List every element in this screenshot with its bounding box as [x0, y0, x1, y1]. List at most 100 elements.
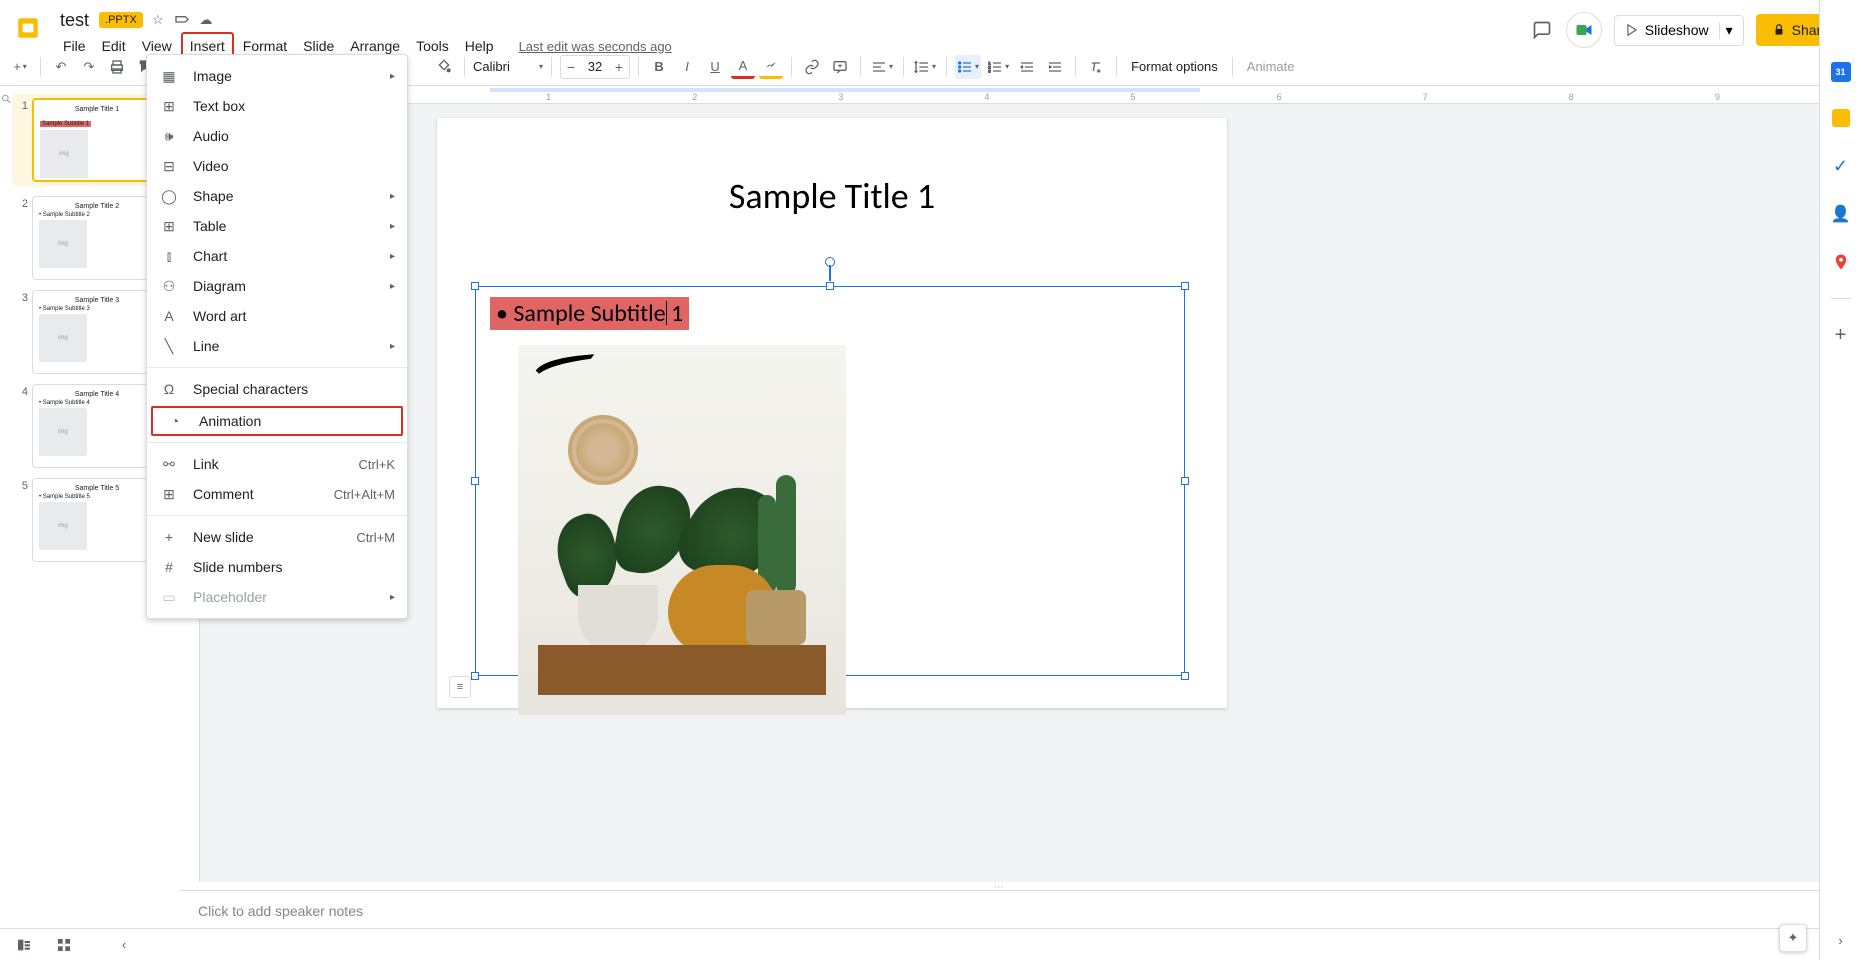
- resize-handle-mr[interactable]: [1181, 477, 1189, 485]
- explore-button[interactable]: ✦: [1779, 924, 1807, 952]
- decrease-indent-button[interactable]: [1015, 55, 1039, 79]
- insert-image[interactable]: ▦Image▸: [147, 61, 407, 91]
- keep-icon[interactable]: [1829, 106, 1853, 130]
- redo-button[interactable]: ↷: [77, 55, 101, 79]
- plants-decoration: [538, 455, 826, 695]
- separator: [946, 57, 947, 77]
- thumb-number: 2: [16, 196, 28, 280]
- tasks-icon[interactable]: ✓: [1829, 154, 1853, 178]
- format-options-button[interactable]: Format options: [1125, 59, 1224, 74]
- resize-handle-ml[interactable]: [471, 477, 479, 485]
- horizontal-ruler[interactable]: 1 1 2 3 4 5 6 7 8 9: [200, 86, 1861, 104]
- hide-side-panel-button[interactable]: ›: [1829, 928, 1853, 952]
- contacts-icon[interactable]: 👤: [1829, 202, 1853, 226]
- slideshow-button[interactable]: Slideshow ▾: [1614, 15, 1744, 46]
- insert-table[interactable]: ⊞Table▸: [147, 211, 407, 241]
- print-button[interactable]: [105, 55, 129, 79]
- bulleted-list-button[interactable]: ▾: [955, 55, 981, 79]
- underline-button[interactable]: U: [703, 55, 727, 79]
- meet-icon[interactable]: [1566, 12, 1602, 48]
- subtitle-highlighted-text[interactable]: Sample Subtitle 1: [490, 297, 689, 330]
- numbered-list-button[interactable]: 123▾: [985, 55, 1011, 79]
- last-edit-link[interactable]: Last edit was seconds ago: [519, 39, 672, 54]
- video-icon: ⊟: [159, 156, 179, 176]
- insert-new-slide[interactable]: +New slideCtrl+M: [147, 522, 407, 552]
- add-addon-button[interactable]: +: [1829, 323, 1853, 347]
- slide-thumb-5[interactable]: Sample Title 5 • Sample Subtitle 5 img: [32, 478, 162, 562]
- insert-textbox[interactable]: ⊞Text box: [147, 91, 407, 121]
- italic-button[interactable]: I: [675, 55, 699, 79]
- audio-icon: 🕪: [159, 126, 179, 146]
- selected-textbox[interactable]: Sample Subtitle 1: [475, 286, 1185, 676]
- line-spacing-button[interactable]: ▾: [912, 55, 938, 79]
- slide-thumb-1[interactable]: Sample Title 1 Sample Subtitle 1 img: [32, 98, 162, 182]
- canvas-area[interactable]: 1 1 2 3 4 5 6 7 8 9 Sample Title 1: [172, 86, 1861, 922]
- insert-diagram[interactable]: ⚇Diagram▸: [147, 271, 407, 301]
- font-size-value[interactable]: 32: [581, 59, 609, 74]
- document-title[interactable]: test: [56, 10, 93, 31]
- line-icon: ╲: [159, 336, 179, 356]
- increase-indent-button[interactable]: [1043, 55, 1067, 79]
- comment-history-icon[interactable]: [1530, 18, 1554, 42]
- font-family-select[interactable]: Calibri: [473, 59, 533, 74]
- resize-handle-tr[interactable]: [1181, 282, 1189, 290]
- undo-button[interactable]: ↶: [49, 55, 73, 79]
- speaker-notes[interactable]: Click to add speaker notes: [180, 890, 1819, 928]
- animate-button[interactable]: Animate: [1241, 59, 1301, 74]
- highlight-color-button[interactable]: [759, 55, 783, 79]
- align-button[interactable]: ▾: [869, 55, 895, 79]
- slide-expand-button[interactable]: ≡: [449, 676, 471, 698]
- slideshow-dropdown-icon[interactable]: ▾: [1719, 22, 1733, 39]
- fill-color-button[interactable]: [432, 55, 456, 79]
- resize-handle-br[interactable]: [1181, 672, 1189, 680]
- font-size-increase[interactable]: +: [609, 56, 629, 78]
- insert-slide-numbers[interactable]: #Slide numbers: [147, 552, 407, 582]
- insert-chart[interactable]: ⫾Chart▸: [147, 241, 407, 271]
- cloud-status-icon[interactable]: ☁: [197, 11, 215, 29]
- star-icon[interactable]: ☆: [149, 11, 167, 29]
- ruler-selection-indicator: [490, 88, 1200, 92]
- resize-handle-bl[interactable]: [471, 672, 479, 680]
- menu-separator: [147, 515, 407, 516]
- slides-logo[interactable]: [8, 8, 48, 48]
- slide-thumb-2[interactable]: Sample Title 2 • Sample Subtitle 2 img: [32, 196, 162, 280]
- slide-thumb-3[interactable]: Sample Title 3 • Sample Subtitle 3 img: [32, 290, 162, 374]
- insert-video[interactable]: ⊟Video: [147, 151, 407, 181]
- chevron-down-icon[interactable]: ▾: [539, 62, 543, 71]
- text-color-button[interactable]: A: [731, 55, 755, 79]
- insert-comment-button[interactable]: [828, 55, 852, 79]
- insert-shape[interactable]: ◯Shape▸: [147, 181, 407, 211]
- calendar-icon[interactable]: 31: [1831, 62, 1851, 82]
- diagram-icon: ⚇: [159, 276, 179, 296]
- slide-canvas[interactable]: Sample Title 1 Sample Subtitle 1: [437, 118, 1227, 708]
- resize-handle-tm[interactable]: [826, 282, 834, 290]
- collapse-filmstrip-button[interactable]: ‹: [112, 933, 136, 957]
- notes-resize-handle[interactable]: ⋯: [180, 882, 1819, 890]
- insert-audio[interactable]: 🕪Audio: [147, 121, 407, 151]
- animation-icon: ◔: [165, 411, 185, 431]
- submenu-arrow-icon: ▸: [390, 592, 395, 603]
- insert-wordart[interactable]: AWord art: [147, 301, 407, 331]
- insert-special-chars[interactable]: ΩSpecial characters: [147, 374, 407, 404]
- bold-button[interactable]: B: [647, 55, 671, 79]
- new-slide-button[interactable]: +▾: [8, 55, 32, 79]
- insert-animation[interactable]: ◔Animation: [151, 406, 403, 436]
- insert-comment[interactable]: ⊞CommentCtrl+Alt+M: [147, 479, 407, 509]
- slide-thumb-4[interactable]: Sample Title 4 • Sample Subtitle 4 img: [32, 384, 162, 468]
- slide-image[interactable]: [518, 345, 846, 715]
- grid-view-button[interactable]: [52, 933, 76, 957]
- clear-formatting-button[interactable]: [1084, 55, 1108, 79]
- menu-help[interactable]: Help: [458, 34, 501, 58]
- filmstrip-view-button[interactable]: [12, 933, 36, 957]
- insert-link-button[interactable]: [800, 55, 824, 79]
- maps-icon[interactable]: [1829, 250, 1853, 274]
- rotate-handle[interactable]: [829, 263, 831, 281]
- slide-title-text[interactable]: Sample Title 1: [437, 118, 1227, 218]
- font-size-decrease[interactable]: −: [561, 56, 581, 78]
- resize-handle-tl[interactable]: [471, 282, 479, 290]
- submenu-arrow-icon: ▸: [390, 251, 395, 262]
- comment-icon: ⊞: [159, 484, 179, 504]
- insert-line[interactable]: ╲Line▸: [147, 331, 407, 361]
- insert-link[interactable]: ⚯LinkCtrl+K: [147, 449, 407, 479]
- move-icon[interactable]: [173, 11, 191, 29]
